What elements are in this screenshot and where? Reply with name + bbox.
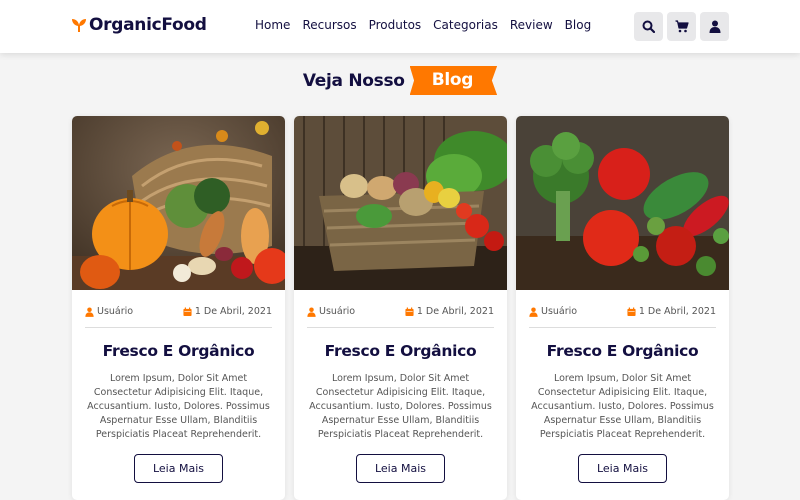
author: Usuário: [85, 306, 133, 317]
nav-blog[interactable]: Blog: [565, 18, 592, 32]
main-nav: Home Recursos Produtos Categorias Review…: [255, 18, 603, 32]
card-meta: Usuário 1 De Abril, 2021: [529, 306, 716, 328]
author: Usuário: [307, 306, 355, 317]
blog-card: Usuário 1 De Abril, 2021 Fresco E Orgâni…: [516, 116, 729, 500]
user-icon: [307, 307, 316, 317]
read-more-button[interactable]: Leia Mais: [134, 454, 223, 483]
search-button[interactable]: [634, 12, 663, 41]
card-meta: Usuário 1 De Abril, 2021: [307, 306, 494, 328]
date: 1 De Abril, 2021: [627, 306, 716, 317]
vegetable-basket-image: [294, 116, 507, 290]
date: 1 De Abril, 2021: [405, 306, 494, 317]
date-text: 1 De Abril, 2021: [638, 306, 716, 317]
nav-recursos[interactable]: Recursos: [302, 18, 356, 32]
nav-home[interactable]: Home: [255, 18, 290, 32]
date-text: 1 De Abril, 2021: [194, 306, 272, 317]
author: Usuário: [529, 306, 577, 317]
user-icon: [529, 307, 538, 317]
nav-review[interactable]: Review: [510, 18, 553, 32]
cart-button[interactable]: [667, 12, 696, 41]
nav-categorias[interactable]: Categorias: [433, 18, 498, 32]
calendar-icon: [405, 307, 414, 316]
autumn-vegetables-basket-image: [72, 116, 285, 290]
date-text: 1 De Abril, 2021: [416, 306, 494, 317]
heading-main: Veja Nosso: [302, 70, 405, 91]
leaf-icon: [72, 19, 86, 32]
broccoli-tomatoes-image: [516, 116, 729, 290]
date: 1 De Abril, 2021: [183, 306, 272, 317]
card-text: Lorem Ipsum, Dolor Sit Amet Consectetur …: [531, 373, 714, 440]
cart-icon: [675, 20, 689, 33]
read-more-button[interactable]: Leia Mais: [578, 454, 667, 483]
logo[interactable]: OrganicFood: [71, 15, 207, 35]
read-more-button[interactable]: Leia Mais: [356, 454, 445, 483]
card-title: Fresco E Orgânico: [102, 342, 255, 360]
card-text: Lorem Ipsum, Dolor Sit Amet Consectetur …: [309, 373, 492, 440]
author-name: Usuário: [319, 306, 356, 317]
user-button[interactable]: [700, 12, 729, 41]
user-icon: [85, 307, 94, 317]
calendar-icon: [627, 307, 636, 316]
card-title: Fresco E Orgânico: [546, 342, 699, 360]
section-heading: Veja Nosso Blog: [0, 66, 800, 95]
header-icons: [634, 12, 729, 41]
heading-accent: Blog: [409, 66, 498, 95]
calendar-icon: [183, 307, 192, 316]
search-icon: [642, 20, 655, 33]
card-title: Fresco E Orgânico: [324, 342, 477, 360]
blog-card: Usuário 1 De Abril, 2021 Fresco E Orgâni…: [72, 116, 285, 500]
card-meta: Usuário 1 De Abril, 2021: [85, 306, 272, 328]
logo-text: OrganicFood: [89, 15, 207, 35]
blog-card: Usuário 1 De Abril, 2021 Fresco E Orgâni…: [294, 116, 507, 500]
author-name: Usuário: [541, 306, 578, 317]
card-text: Lorem Ipsum, Dolor Sit Amet Consectetur …: [87, 373, 270, 440]
author-name: Usuário: [97, 306, 134, 317]
site-header: OrganicFood Home Recursos Produtos Categ…: [0, 0, 800, 53]
nav-produtos[interactable]: Produtos: [369, 18, 422, 32]
user-icon: [709, 20, 720, 33]
